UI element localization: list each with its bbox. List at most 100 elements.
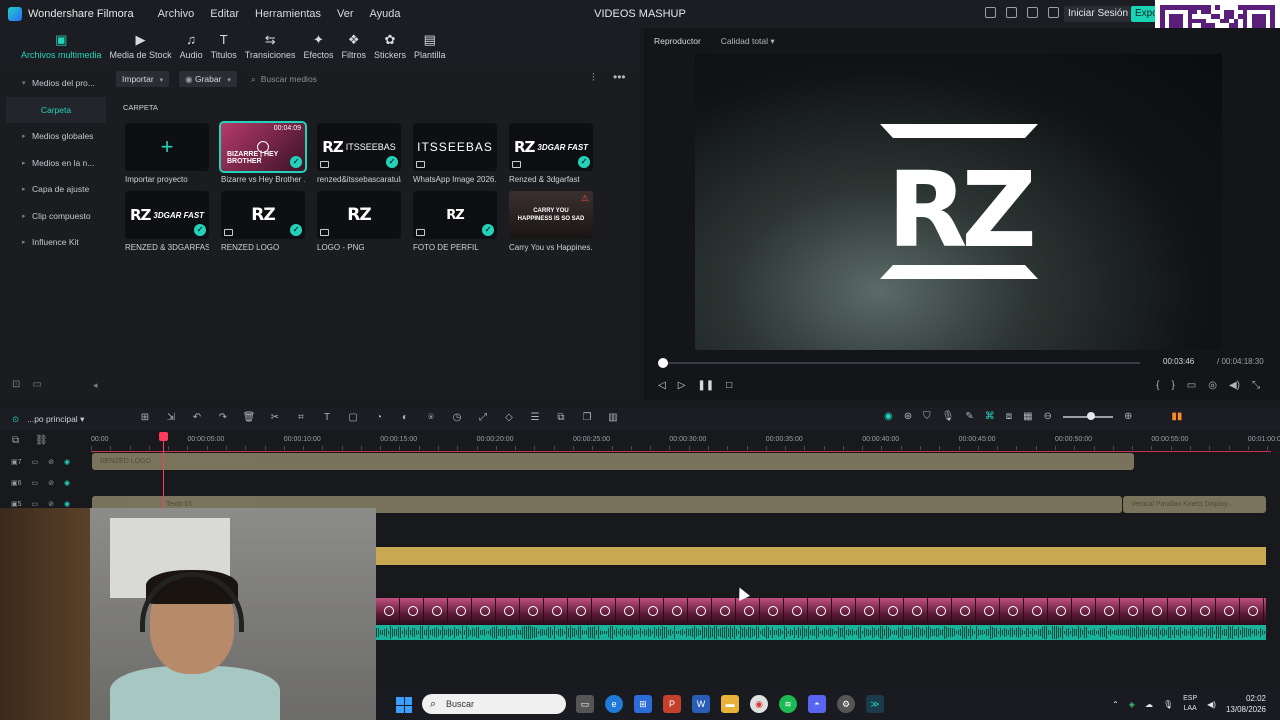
group-icon[interactable]: ❐ [580,412,594,423]
folder-icon[interactable]: ▭ [32,500,39,508]
clock[interactable]: 02:02 13/08/2026 [1226,693,1266,715]
tab-stickers[interactable]: ✿ Stickers [371,28,409,66]
tab-transiciones[interactable]: ⇆ Transiciones [242,28,299,66]
video-clip-filmstrip[interactable] [376,598,1266,625]
media-item-renzed-caratula[interactable]: RZ ITSSEEBAS ✓ renzed&itssebascaratula [317,123,401,184]
menu-editar[interactable]: Editar [210,8,239,20]
folder-icon[interactable]: ▭ [32,479,39,487]
player-tab[interactable]: Reproductor [654,36,701,47]
timeline-clip[interactable] [376,547,1266,565]
discord-icon[interactable]: ◓ [808,695,826,713]
zoom-out-icon[interactable]: ⊖ [1044,411,1052,422]
folder-icon[interactable]: ▭ [32,458,39,466]
lock-icon[interactable]: ⊘ [48,458,54,466]
volume-icon[interactable]: ◀) [1229,380,1240,391]
tab-audio[interactable]: ♫ Audio [177,28,206,66]
media-item-renzed-logo[interactable]: RZ ✓ RENZED LOGO [221,191,305,252]
more-tools-icon[interactable]: ▥ [606,412,620,423]
sidebar-item-cloud-media[interactable]: ▸ Medios en la n... [6,150,106,177]
color-icon[interactable]: ◐ [398,412,412,423]
cloud-icon[interactable] [1027,7,1038,18]
snap-icon[interactable]: ⌘ [985,411,995,422]
chrome-icon[interactable]: ◉ [750,695,768,713]
sidebar-item-compound-clip[interactable]: ▸ Clip compuesto [6,203,106,230]
mask-icon[interactable]: ⍟ [424,412,438,423]
tab-filtros[interactable]: ❖ Filtros [339,28,370,66]
timeline-clip[interactable]: RENZED LOGO [92,453,1134,470]
task-view-icon[interactable]: ▭ [576,695,594,713]
zoom-in-icon[interactable]: ⊕ [1124,411,1132,422]
media-item-foto-perfil[interactable]: RZ ✓ FOTO DE PERFIL [413,191,497,252]
stop-icon[interactable]: □ [726,380,732,391]
text-icon[interactable]: T [320,412,334,423]
shield-icon[interactable]: ⛉ [923,411,931,422]
language-indicator[interactable]: ESP LAA [1183,694,1197,714]
lock-icon[interactable]: ⊘ [48,500,54,508]
record-dropdown[interactable]: ◉ Grabar ▾ [179,71,237,87]
login-button[interactable]: Iniciar Sesión [1064,6,1133,22]
edge-icon[interactable]: e [605,695,623,713]
meter-icon[interactable]: ▮▮ [1171,411,1182,422]
fit-icon[interactable]: ⤢ [476,412,490,423]
display-icon[interactable]: ▭ [1187,380,1196,391]
tab-efectos[interactable]: ✦ Efectos [300,28,336,66]
video-preview[interactable]: RZ [695,54,1222,350]
tab-media-de-stock[interactable]: ▶ Media de Stock [107,28,175,66]
transform-icon[interactable]: ▢ [346,412,360,423]
sidebar-item-adjustment-layer[interactable]: ▸ Capa de ajuste [6,176,106,203]
undo-icon[interactable]: ↶ [190,412,204,423]
play-icon[interactable]: ▷ [678,380,686,391]
headset-icon[interactable] [1048,7,1059,18]
save-icon[interactable] [1006,7,1017,18]
file-explorer-icon[interactable]: ▬ [721,695,739,713]
mark-out-icon[interactable]: } [1171,380,1174,391]
import-dropdown[interactable]: Importar ▾ [116,71,170,87]
taskbar-search-input[interactable]: Buscar [422,694,566,714]
filmora-taskbar-icon[interactable]: ≫ [866,695,884,713]
progress-knob[interactable] [658,358,668,368]
spotify-icon[interactable]: ≋ [779,695,797,713]
render-icon[interactable]: ◉ [884,411,893,422]
cloud-tray-icon[interactable]: ☁ [1145,700,1153,709]
snapshot-icon[interactable]: ◎ [1208,380,1217,391]
layout-icon[interactable]: ⊞ [138,412,152,423]
powerpoint-icon[interactable]: P [663,695,681,713]
media-item-renzed-3dgarfast[interactable]: RZ 3DGAR FAST ✓ Renzed & 3dgarfast [509,123,593,184]
redo-icon[interactable]: ↷ [216,412,230,423]
mark-in-icon[interactable]: { [1156,380,1159,391]
quality-dropdown[interactable]: Calidad total ▾ [721,36,775,47]
menu-herramientas[interactable]: Herramientas [255,8,321,20]
media-item-logo-png[interactable]: RZ LOGO - PNG [317,191,401,252]
new-folder-icon[interactable]: ⊡ [12,379,20,390]
shield-tray-icon[interactable]: ◈ [1129,700,1135,709]
add-track-icon[interactable]: ⧉ [12,435,19,446]
more-icon[interactable]: ••• [613,70,626,84]
audio-waveform[interactable] [376,625,1266,640]
progress-track[interactable] [660,362,1140,364]
collapse-icon[interactable]: ◂ [93,380,98,391]
media-item-import[interactable]: + Importar proyecto [125,123,209,184]
timer-icon[interactable]: ◷ [450,412,464,423]
link-icon[interactable]: ⛓ [35,435,48,446]
audio-mix-icon[interactable]: ☰ [528,412,542,423]
mic-tray-icon[interactable]: 🎙 [1163,700,1173,709]
select-icon[interactable]: ⇲ [164,412,178,423]
windows-start-icon[interactable] [396,697,412,713]
delete-icon[interactable]: 🗑 [242,412,256,423]
chevron-up-icon[interactable]: ⌃ [1112,700,1119,709]
media-item-carry-you[interactable]: CARRY YOU HAPPINESS IS SO SAD ⚠ Carry You … [509,191,593,252]
filter-icon[interactable]: ⫶ [592,72,595,85]
pause-icon[interactable]: ❚❚ [697,380,714,391]
storyboard-icon[interactable]: ▦ [1023,411,1032,422]
sidebar-item-folder[interactable]: Carpeta [6,96,106,123]
timeline-ruler[interactable]: ⧉ ⛓ 00:00 00:00:05:00 00:00:10:00 00:00:15:… [0,430,1280,452]
media-item-renzed-3dgarfas[interactable]: RZ 3DGAR FAST ✓ RENZED & 3DGARFAS... [125,191,209,252]
menu-ver[interactable]: Ver [337,8,354,20]
playhead[interactable] [163,434,164,516]
tab-titulos[interactable]: T Titulos [208,28,240,66]
eye-icon[interactable]: ◉ [64,458,70,466]
ai-icon[interactable]: ✎ [965,411,973,422]
sidebar-item-global-media[interactable]: ▸ Medios globales [6,123,106,150]
media-item-bizarre[interactable]: 00:04:09 BIZARRE | HEY BROTHER ✓ Bizarre… [219,121,307,184]
fullscreen-icon[interactable]: ⤡ [1252,380,1260,391]
